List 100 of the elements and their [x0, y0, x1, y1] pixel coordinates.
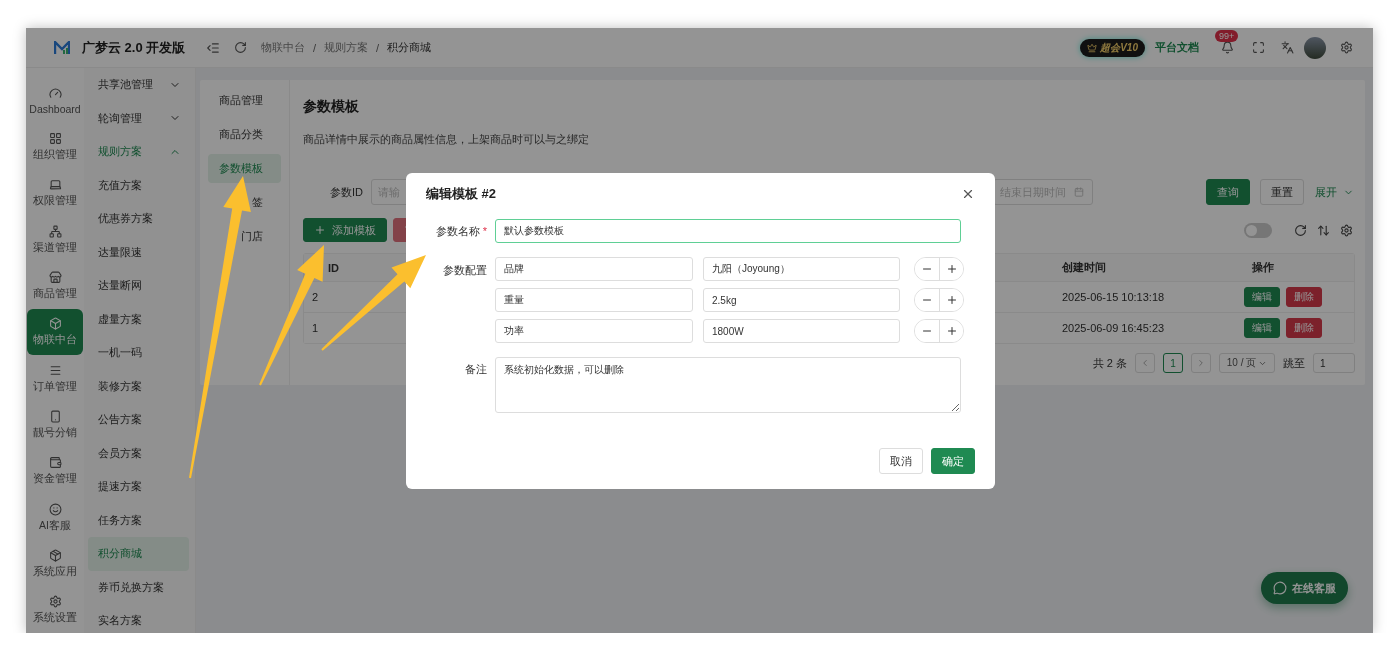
add-template-button[interactable]: 添加模板 — [303, 218, 387, 242]
rail-item[interactable]: 组织管理 — [27, 124, 83, 171]
crown-icon — [1087, 42, 1098, 53]
chevron-right-icon — [1196, 358, 1206, 368]
rail-item[interactable]: 靓号分销 — [27, 402, 83, 448]
plus-icon — [945, 325, 958, 337]
menu-item[interactable]: 虚量方案 — [88, 302, 189, 336]
delete-button[interactable]: 删除 — [1286, 318, 1322, 338]
row-height-icon[interactable] — [1317, 223, 1330, 237]
refresh-icon[interactable] — [234, 41, 247, 54]
gauge-icon — [48, 86, 62, 100]
chevron-left-icon — [1140, 358, 1150, 368]
page-size-select[interactable]: 10 / 页 — [1219, 353, 1275, 373]
rail-item[interactable]: 权限管理 — [27, 170, 83, 217]
close-button[interactable] — [961, 187, 975, 201]
plus-icon — [945, 263, 958, 275]
grid-icon — [48, 132, 62, 146]
add-row-button[interactable] — [939, 289, 963, 311]
menu-item[interactable]: 一机一码 — [88, 336, 189, 370]
side-tab[interactable]: 门店 — [208, 222, 281, 251]
breadcrumb-item[interactable]: 积分商城 — [387, 40, 432, 55]
field-label: 备注 — [464, 362, 487, 377]
param-value-input[interactable]: 九阳（Joyoung） — [703, 257, 900, 281]
translate-icon[interactable] — [1281, 41, 1294, 54]
cancel-button[interactable]: 取消 — [879, 448, 923, 474]
store-icon — [48, 271, 62, 285]
param-key-input[interactable]: 功率 — [495, 319, 693, 343]
menu-item[interactable]: 积分商城 — [88, 537, 189, 571]
param-key-input[interactable]: 品牌 — [495, 257, 693, 281]
side-tab[interactable]: 参数模板 — [208, 154, 281, 183]
breadcrumb-item[interactable]: 物联中台 — [261, 40, 305, 55]
param-key-input[interactable]: 重量 — [495, 288, 693, 312]
calendar-icon — [1074, 187, 1084, 197]
table-cell: 2025-06-09 16:45:23 — [1062, 322, 1165, 334]
dialog-title: 编辑模板 #2 — [426, 185, 497, 203]
menu-item[interactable]: 充值方案 — [88, 168, 189, 202]
search-button[interactable]: 查询 — [1206, 179, 1250, 205]
menu-item[interactable]: 提速方案 — [88, 470, 189, 504]
notification-icon[interactable] — [1221, 41, 1234, 54]
menu-item[interactable]: 任务方案 — [88, 503, 189, 537]
name-input[interactable]: 默认参数模板 — [495, 219, 961, 243]
avatar[interactable] — [1304, 36, 1326, 59]
package-icon — [48, 548, 62, 562]
field-label: 参数配置 — [442, 263, 487, 278]
add-row-button[interactable] — [939, 258, 963, 280]
menu-item[interactable]: 券币兑换方案 — [88, 570, 189, 604]
confirm-button[interactable]: 确定 — [931, 448, 975, 474]
rail-item[interactable]: 商品管理 — [27, 263, 83, 309]
toggle-switch[interactable] — [1244, 222, 1272, 238]
menu-group[interactable]: 共享池管理 — [88, 68, 189, 102]
rail-item[interactable]: Dashboard — [27, 78, 83, 124]
rail-item[interactable]: AI客服 — [27, 494, 83, 541]
delete-button[interactable]: 删除 — [1286, 287, 1322, 307]
menu-item[interactable]: 优惠券方案 — [88, 202, 189, 236]
side-tab[interactable]: 商品管理 — [208, 86, 281, 115]
side-tab[interactable]: 签 — [208, 188, 281, 217]
menu-group[interactable]: 规则方案 — [88, 135, 189, 169]
menu-item[interactable]: 实名方案 — [88, 604, 189, 633]
param-value-input[interactable]: 1800W — [703, 319, 900, 343]
menu-item[interactable]: 会员方案 — [88, 436, 189, 470]
jump-input[interactable]: 1 — [1313, 353, 1355, 373]
menu-item[interactable]: 达量限速 — [88, 235, 189, 269]
rail-item[interactable]: 物联中台 — [27, 309, 83, 356]
vip-badge[interactable]: 超会V10 — [1080, 38, 1145, 57]
side-tab[interactable]: 商品分类 — [208, 120, 281, 149]
menu-item[interactable]: 达量断网 — [88, 269, 189, 303]
menu-icon — [48, 363, 62, 377]
fullscreen-icon[interactable] — [1252, 41, 1265, 54]
phone-icon — [48, 409, 62, 423]
page-description: 商品详情中展示的商品属性信息，上架商品时可以与之绑定 — [303, 132, 590, 147]
docs-link[interactable]: 平台文档 — [1155, 40, 1199, 55]
param-value-input[interactable]: 2.5kg — [703, 288, 900, 312]
add-row-button[interactable] — [939, 320, 963, 342]
settings-icon[interactable] — [1340, 41, 1353, 54]
menu-collapse-icon[interactable] — [206, 40, 220, 55]
field-label: 参数ID — [330, 184, 363, 200]
menu-item[interactable]: 公告方案 — [88, 403, 189, 437]
notification-badge: 99+ — [1215, 30, 1239, 42]
reset-button[interactable]: 重置 — [1260, 179, 1304, 205]
menu-group[interactable]: 轮询管理 — [88, 101, 189, 135]
breadcrumb-item[interactable]: 规则方案 — [324, 40, 369, 55]
note-textarea[interactable]: 系统初始化数据，可以删除 — [495, 357, 961, 413]
smiley-icon — [48, 502, 62, 516]
rail-item[interactable]: 系统应用 — [27, 540, 83, 587]
rail-item[interactable]: 资金管理 — [27, 448, 83, 495]
edit-button[interactable]: 编辑 — [1244, 287, 1280, 307]
edit-button[interactable]: 编辑 — [1244, 318, 1280, 338]
field-label: 参数名称 * — [434, 223, 487, 239]
menu-item[interactable]: 装修方案 — [88, 369, 189, 403]
refresh-icon[interactable] — [1294, 223, 1307, 237]
settings-icon[interactable] — [1340, 223, 1353, 237]
laptop-icon — [48, 178, 62, 192]
column-header: 操作 — [1252, 260, 1274, 275]
page-button[interactable]: 1 — [1163, 353, 1183, 373]
rail-item[interactable]: 订单管理 — [27, 355, 83, 402]
expand-button[interactable]: 展开 — [1314, 179, 1355, 205]
rail-item[interactable]: 渠道管理 — [27, 216, 83, 263]
required-mark: * — [482, 224, 487, 237]
chat-button[interactable]: 在线客服 — [1261, 572, 1348, 604]
rail-item[interactable]: 系统设置 — [27, 587, 83, 633]
